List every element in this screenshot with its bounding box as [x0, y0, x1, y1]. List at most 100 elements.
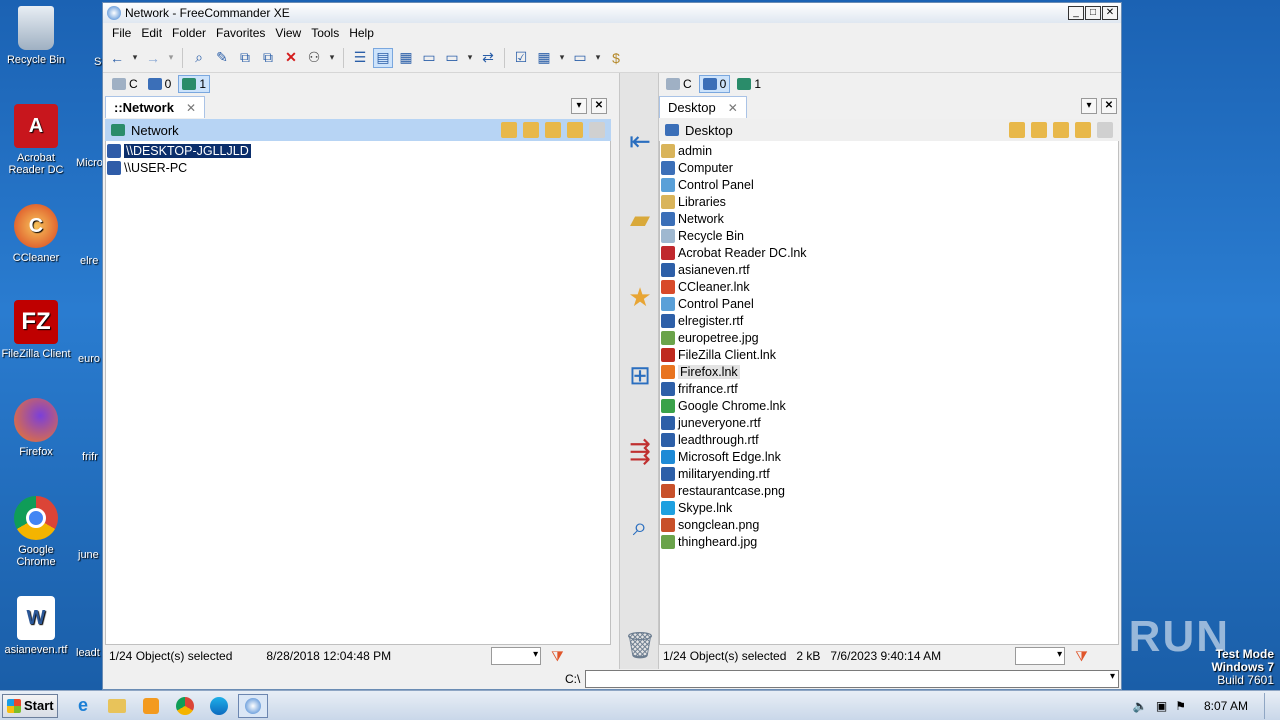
menu-file[interactable]: File	[107, 26, 136, 40]
folder-menu-icon[interactable]	[589, 122, 605, 138]
right-drive-1[interactable]: 1	[734, 76, 764, 92]
left-tab-network[interactable]: ::Network ✕	[105, 96, 206, 118]
left-filter-combo[interactable]	[491, 647, 542, 665]
view-details-icon[interactable]: ▤	[373, 47, 393, 68]
move-icon[interactable]: ⧉	[258, 48, 278, 68]
title-bar[interactable]: Network - FreeCommander XE _ □ ✕	[103, 3, 1121, 23]
history-icon[interactable]	[1009, 122, 1025, 138]
right-path-bar[interactable]: Desktop	[659, 119, 1119, 141]
checklist-icon[interactable]: ☑	[511, 48, 531, 68]
dropdown-arrow-icon[interactable]: ▾	[465, 48, 475, 68]
grid-view-icon[interactable]: ▦	[534, 48, 554, 68]
desktop-icon-ccleaner[interactable]: C CCleaner	[0, 204, 72, 264]
right-filter-combo[interactable]	[1015, 647, 1066, 665]
delete-icon[interactable]: ✕	[281, 48, 301, 68]
view-preview-icon[interactable]: ▭	[419, 48, 439, 68]
list-item[interactable]: Google Chrome.lnk	[661, 397, 1117, 414]
desktop-icon-chrome[interactable]: Google Chrome	[0, 496, 72, 568]
left-drive-c[interactable]: C	[109, 76, 141, 92]
desktop-icon-asianeven[interactable]: W asianeven.rtf	[0, 596, 72, 656]
list-item[interactable]: \\DESKTOP-JGLLJLD	[107, 142, 607, 159]
view-tree-icon[interactable]: ☰	[350, 48, 370, 68]
list-item[interactable]: restaurantcase.png	[661, 482, 1117, 499]
chevron-down-icon[interactable]: ▾	[1110, 671, 1115, 682]
list-item[interactable]: Control Panel	[661, 176, 1117, 193]
parent-folder-icon[interactable]	[1053, 122, 1069, 138]
list-item[interactable]: FileZilla Client.lnk	[661, 346, 1117, 363]
list-item[interactable]: Firefox.lnk	[661, 363, 1117, 380]
list-item[interactable]: elregister.rtf	[661, 312, 1117, 329]
menu-view[interactable]: View	[270, 26, 306, 40]
menu-help[interactable]: Help	[344, 26, 379, 40]
script-icon[interactable]: $	[606, 48, 626, 68]
list-item[interactable]: leadthrough.rtf	[661, 431, 1117, 448]
list-item[interactable]: militaryending.rtf	[661, 465, 1117, 482]
left-drive-1[interactable]: 1	[178, 75, 211, 93]
taskbar-explorer-icon[interactable]	[102, 694, 132, 718]
clock[interactable]: 8:07 AM	[1204, 699, 1248, 713]
volume-icon[interactable]: 🔈	[1133, 699, 1148, 713]
close-panel-button[interactable]: ✕	[1101, 98, 1117, 114]
list-item[interactable]: CCleaner.lnk	[661, 278, 1117, 295]
start-button[interactable]: Start	[2, 693, 58, 718]
close-tab-icon[interactable]: ✕	[186, 101, 196, 115]
view-layout-icon[interactable]: ▭	[442, 48, 462, 68]
list-item[interactable]: Computer	[661, 159, 1117, 176]
minimize-button[interactable]: _	[1068, 6, 1084, 20]
search-icon[interactable]: ⌕	[189, 48, 209, 68]
recycle-bin-icon[interactable]: 🗑	[624, 629, 657, 661]
taskbar-freecommander-icon[interactable]	[238, 693, 268, 718]
close-tab-icon[interactable]: ✕	[728, 101, 738, 115]
list-item[interactable]: admin	[661, 142, 1117, 159]
back-arrow-icon[interactable]: ←	[107, 48, 127, 68]
root-folder-icon[interactable]	[567, 122, 583, 138]
forward-arrow-icon[interactable]: →	[143, 48, 163, 68]
desktop-icon-firefox[interactable]: Firefox	[0, 398, 72, 458]
list-item[interactable]: thingheard.jpg	[661, 533, 1117, 550]
move-file-icon[interactable]: ⇶	[624, 435, 656, 467]
list-item[interactable]: frifrance.rtf	[661, 380, 1117, 397]
menu-folder[interactable]: Folder	[167, 26, 211, 40]
parent-folder-icon[interactable]	[545, 122, 561, 138]
right-drive-0[interactable]: 0	[698, 75, 731, 93]
list-item[interactable]: songclean.png	[661, 516, 1117, 533]
folder-menu-icon[interactable]	[1097, 122, 1113, 138]
tab-dropdown-button[interactable]: ▾	[571, 98, 587, 114]
network-tray-icon[interactable]: ▣	[1156, 699, 1167, 713]
action-center-flag-icon[interactable]: ⚑	[1175, 699, 1186, 713]
search-icon[interactable]: ⌕	[624, 511, 656, 543]
left-path-bar[interactable]: Network	[105, 119, 611, 141]
copy-icon[interactable]: ⧉	[235, 48, 255, 68]
list-item[interactable]: Control Panel	[661, 295, 1117, 312]
compare-folders-icon[interactable]: ▰	[624, 203, 656, 235]
dropdown-arrow-icon[interactable]: ▾	[166, 48, 176, 68]
list-item[interactable]: \\USER-PC	[107, 159, 607, 176]
dropdown-arrow-icon[interactable]: ▾	[593, 48, 603, 68]
menu-tools[interactable]: Tools	[306, 26, 344, 40]
new-file-icon[interactable]: ⊞	[624, 359, 656, 391]
list-item[interactable]: Skype.lnk	[661, 499, 1117, 516]
list-item[interactable]: asianeven.rtf	[661, 261, 1117, 278]
close-button[interactable]: ✕	[1102, 6, 1118, 20]
right-drive-c[interactable]: C	[663, 76, 695, 92]
desktop-icon-acrobat[interactable]: A Acrobat Reader DC	[0, 104, 72, 176]
tab-dropdown-button[interactable]: ▾	[1081, 98, 1097, 114]
desktop-icon-filezilla[interactable]: FZ FileZilla Client	[0, 300, 72, 360]
taskbar-chrome-icon[interactable]	[170, 694, 200, 718]
left-file-list-area[interactable]	[105, 141, 611, 645]
root-folder-icon[interactable]	[1075, 122, 1091, 138]
desktop-icon-recycle-bin[interactable]: Recycle Bin	[0, 6, 72, 66]
taskbar-media-player-icon[interactable]	[136, 694, 166, 718]
dropdown-arrow-icon[interactable]: ▾	[557, 48, 567, 68]
left-drive-0[interactable]: 0	[145, 76, 175, 92]
show-desktop-button[interactable]	[1264, 693, 1274, 719]
filter-icon[interactable]: ⧩	[551, 648, 564, 665]
menu-edit[interactable]: Edit	[136, 26, 167, 40]
list-item[interactable]: juneveryone.rtf	[661, 414, 1117, 431]
favorite-folder-icon[interactable]	[523, 122, 539, 138]
favorite-folder-icon[interactable]	[1031, 122, 1047, 138]
sync-icon[interactable]: ⇄	[478, 48, 498, 68]
close-panel-button[interactable]: ✕	[591, 98, 607, 114]
menu-favorites[interactable]: Favorites	[211, 26, 270, 40]
copy-to-other-panel-icon[interactable]: ⇤	[624, 125, 656, 157]
